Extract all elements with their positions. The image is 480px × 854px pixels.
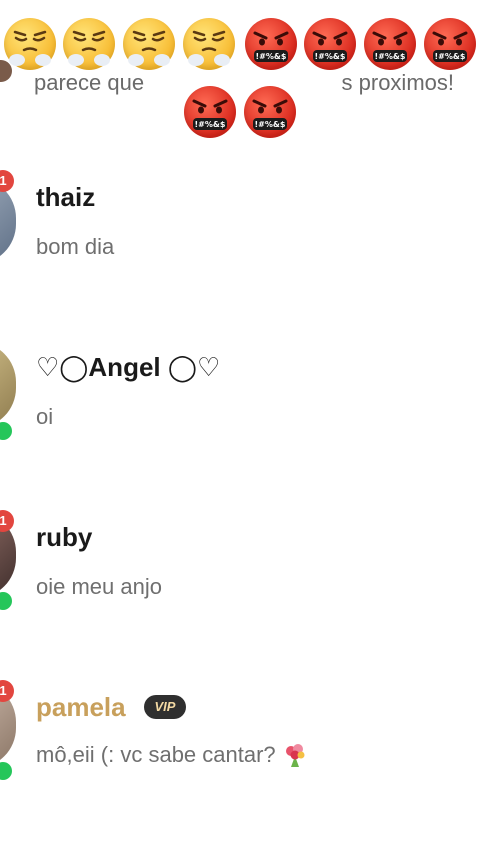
unread-badge: 1 bbox=[0, 510, 14, 532]
chat-preview: oie meu anjo bbox=[36, 574, 162, 599]
chat-username: ♡◯Angel ◯♡ bbox=[36, 352, 221, 382]
chat-username: pamela bbox=[36, 692, 126, 722]
cursing-symbols-label: !#%&$ bbox=[256, 52, 287, 61]
cursing-face-icon: !#%&$ bbox=[245, 18, 297, 70]
cursing-symbols-label: !#%&$ bbox=[435, 52, 466, 61]
emoji-overlay-row: !#%&$ !#%&$ !#%&$ !#%&$ bbox=[0, 14, 480, 74]
chat-username: thaiz bbox=[36, 182, 96, 212]
chat-preview: oi bbox=[36, 404, 54, 429]
online-indicator bbox=[0, 420, 14, 442]
huffing-face-icon bbox=[123, 18, 175, 70]
cursing-face-icon: !#%&$ bbox=[364, 18, 416, 70]
chat-preview: mô,eii (: vc sabe cantar? bbox=[36, 742, 308, 768]
cursing-symbols-label: !#%&$ bbox=[195, 120, 226, 129]
online-indicator bbox=[0, 760, 14, 782]
chat-preview-text: mô,eii (: vc sabe cantar? bbox=[36, 742, 276, 767]
cursing-symbols-label: !#%&$ bbox=[255, 120, 286, 129]
cursing-face-icon: !#%&$ bbox=[424, 18, 476, 70]
huffing-face-icon bbox=[63, 18, 115, 70]
cursing-face-icon: !#%&$ bbox=[184, 86, 236, 138]
vip-badge: VIP bbox=[144, 695, 186, 719]
chat-preview: bom dia bbox=[36, 234, 115, 259]
avatar[interactable] bbox=[0, 342, 16, 428]
online-indicator bbox=[0, 590, 14, 612]
cursing-symbols-label: !#%&$ bbox=[375, 52, 406, 61]
chat-list: parece que s proximos! !#%&$ !#%&$ !#%&$… bbox=[0, 0, 480, 854]
unread-badge: 1 bbox=[0, 680, 14, 702]
huffing-face-icon bbox=[183, 18, 235, 70]
huffing-face-icon bbox=[4, 18, 56, 70]
cursing-symbols-label: !#%&$ bbox=[315, 52, 346, 61]
list-item[interactable]: 1 ruby oie meu anjo bbox=[0, 508, 480, 648]
list-item[interactable]: ♡◯Angel ◯♡ oi bbox=[0, 338, 480, 478]
list-item[interactable]: 1 thaiz bom dia bbox=[0, 168, 480, 308]
cursing-face-icon: !#%&$ bbox=[244, 86, 296, 138]
emoji-overlay-row: !#%&$ !#%&$ bbox=[0, 84, 480, 144]
bouquet-icon bbox=[282, 742, 308, 768]
chat-username: ruby bbox=[36, 522, 93, 552]
cursing-face-icon: !#%&$ bbox=[304, 18, 356, 70]
list-item[interactable]: 1 pamela VIP mô,eii (: vc sabe cantar? bbox=[0, 678, 480, 818]
unread-badge: 1 bbox=[0, 170, 14, 192]
